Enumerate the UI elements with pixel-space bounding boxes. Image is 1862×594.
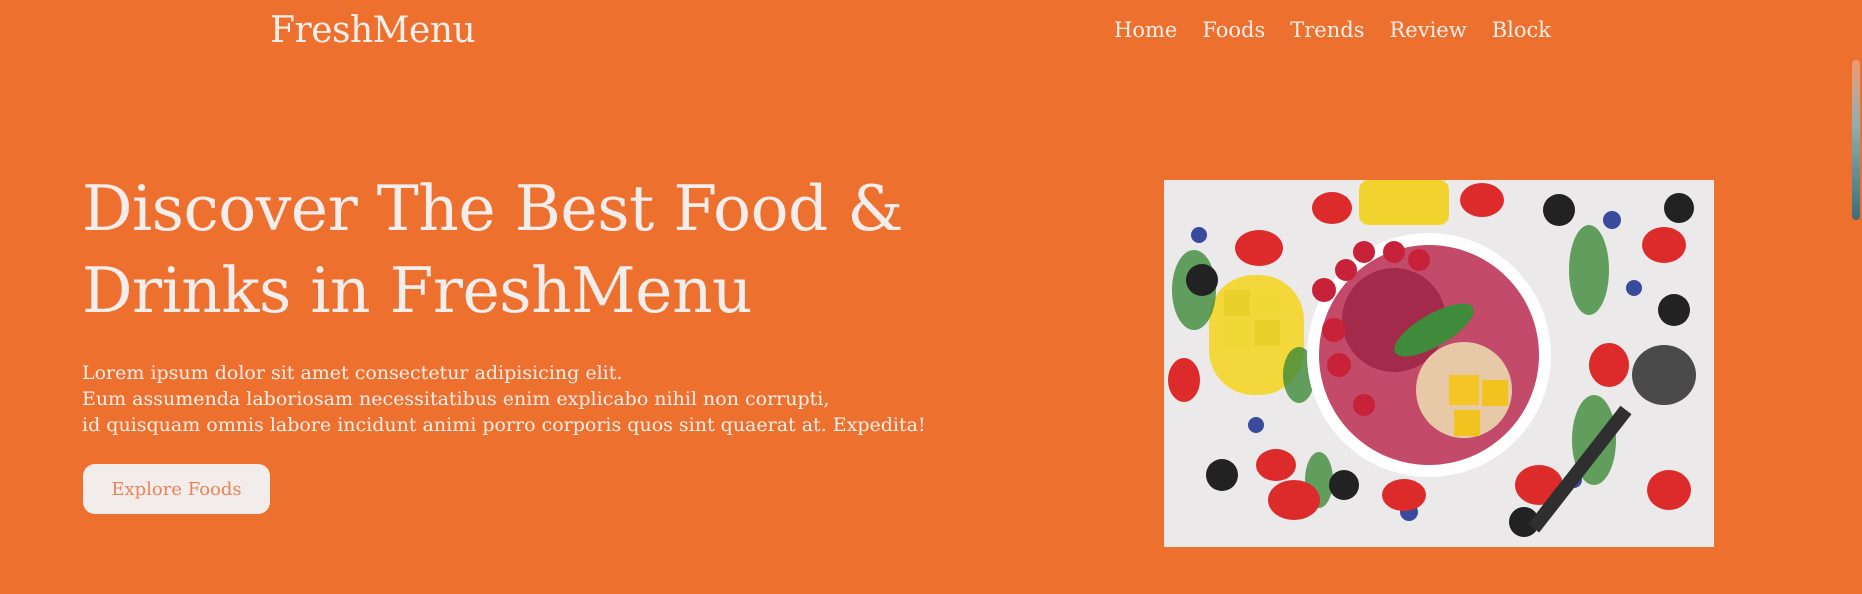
scrollbar-thumb[interactable] [1852, 60, 1860, 220]
nav-home-link[interactable]: Home [1114, 18, 1177, 42]
hero-description-line: Eum assumenda laboriosam necessitatibus … [82, 388, 830, 410]
nav-block-link[interactable]: Block [1492, 18, 1551, 42]
explore-foods-button[interactable]: Explore Foods [83, 464, 270, 514]
site-logo[interactable]: FreshMenu [270, 10, 476, 51]
nav-trends-link[interactable]: Trends [1290, 18, 1364, 42]
nav-review-link[interactable]: Review [1389, 18, 1466, 42]
hero-description: Lorem ipsum dolor sit amet consectetur a… [82, 360, 926, 438]
hero-fruit-bowl-image [1164, 180, 1714, 547]
hero-description-line: id quisquam omnis labore incidunt animi … [82, 414, 926, 436]
nav-links: Home Foods Trends Review Block [1114, 18, 1551, 42]
nav-foods-link[interactable]: Foods [1202, 18, 1265, 42]
hero-title: Discover The Best Food & Drinks in Fresh… [82, 172, 903, 327]
hero-description-line: Lorem ipsum dolor sit amet consectetur a… [82, 362, 623, 384]
fruit-bowl-illustration [1164, 180, 1714, 547]
page-scrollbar[interactable] [1848, 0, 1862, 594]
navbar: FreshMenu Home Foods Trends Review Block [0, 0, 1848, 66]
